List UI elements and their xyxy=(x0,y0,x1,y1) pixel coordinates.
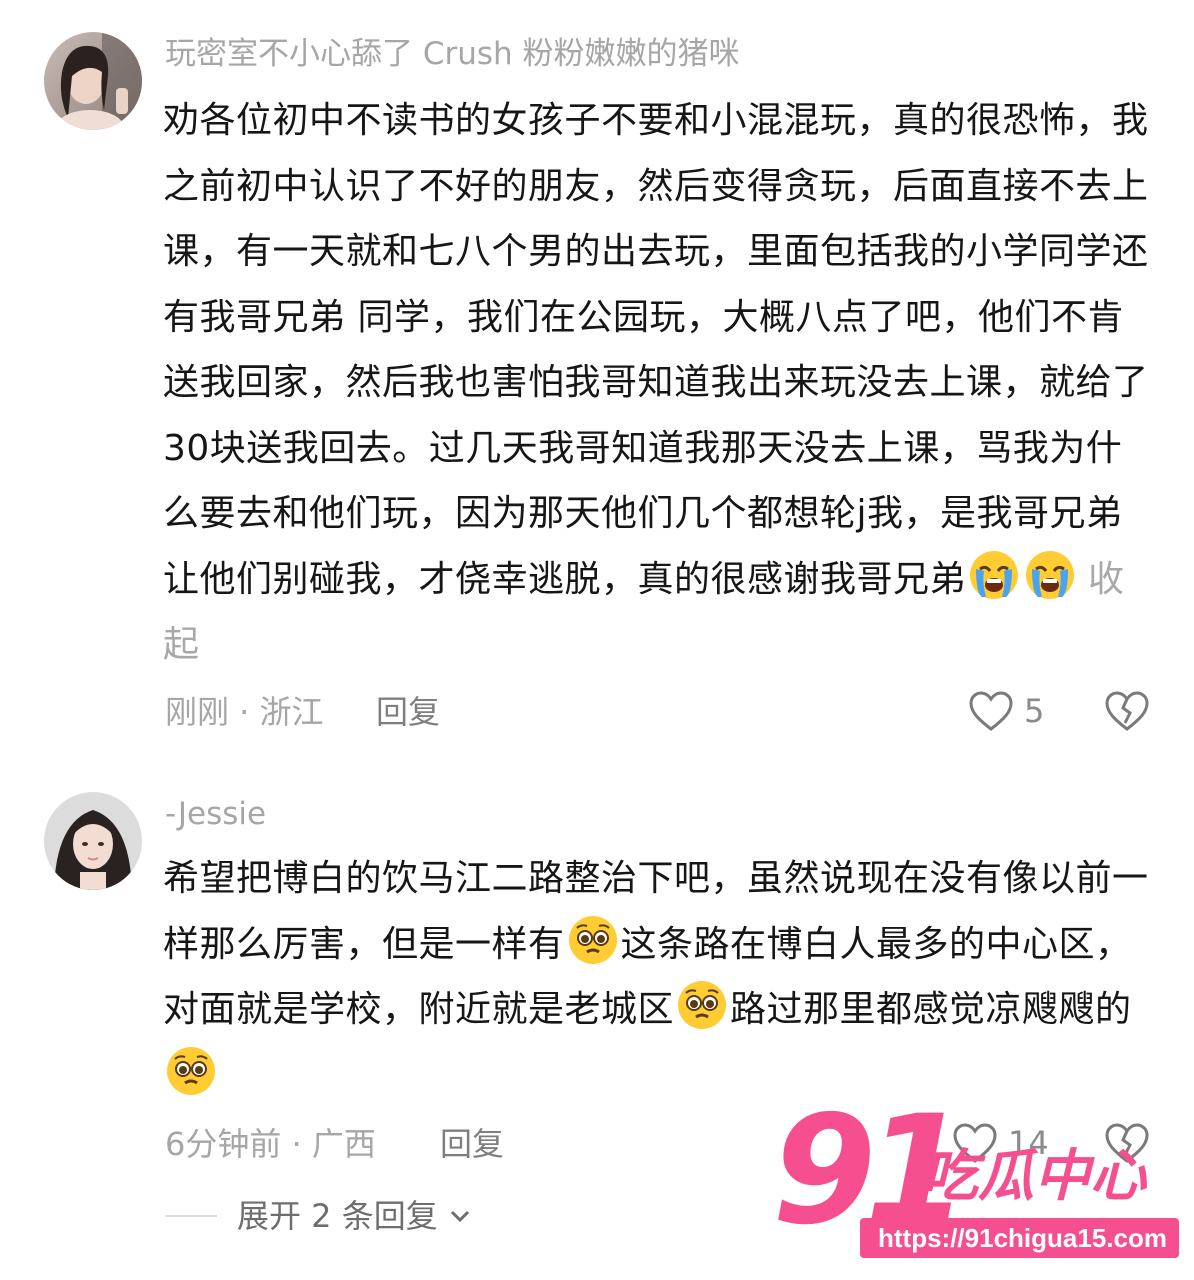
comment-thread: 玩密室不小心舔了 Crush 粉粉嫩嫩的猪咪 劝各位初中不读书的女孩子不要和小混… xyxy=(0,0,1194,1280)
pleading-face-icon xyxy=(567,914,619,966)
comment-text: 希望把博白的饮马江二路整治下吧，虽然说现在没有像以前一样那么厉害，但是一样有 这… xyxy=(163,846,1153,1108)
comment-text: 劝各位初中不读书的女孩子不要和小混混玩，真的很恐怖，我之前初中认识了不好的朋友，… xyxy=(163,88,1153,678)
loudly-crying-face-icon xyxy=(968,549,1020,601)
pleading-face-icon xyxy=(676,979,728,1031)
avatar-image xyxy=(44,792,142,890)
expand-divider xyxy=(165,1215,217,1217)
avatar[interactable] xyxy=(44,792,142,890)
broken-heart-icon xyxy=(1105,691,1149,731)
loudly-crying-face-icon xyxy=(1024,549,1076,601)
like-count: 5 xyxy=(1024,692,1045,730)
comment-text-content: 劝各位初中不读书的女孩子不要和小混混玩，真的很恐怖，我之前初中认识了不好的朋友，… xyxy=(163,100,1149,600)
watermark-name: 吃瓜中心 xyxy=(922,1144,1146,1209)
pleading-face-icon xyxy=(165,1045,217,1097)
heart-icon xyxy=(969,691,1013,731)
dislike-button[interactable] xyxy=(1104,690,1150,736)
comment-time-location: 刚刚 · 浙江 xyxy=(165,693,324,731)
comment-username[interactable]: -Jessie xyxy=(165,794,266,834)
comment-time-location: 6分钟前 · 广西 xyxy=(165,1125,376,1163)
expand-replies-button[interactable]: 展开 2 条回复 xyxy=(165,1196,474,1236)
expand-replies-label: 展开 2 条回复 xyxy=(237,1197,438,1235)
avatar-image xyxy=(44,32,142,130)
comment-text-content: 路过那里都感觉凉飕飕的 xyxy=(730,989,1132,1030)
watermark-url: https://91chigua15.com xyxy=(860,1218,1179,1258)
comment-username[interactable]: 玩密室不小心舔了 Crush 粉粉嫩嫩的猪咪 xyxy=(165,34,740,74)
chevron-down-icon xyxy=(450,1210,469,1223)
avatar[interactable] xyxy=(44,32,142,130)
reply-button[interactable]: 回复 xyxy=(440,1124,504,1164)
reply-button[interactable]: 回复 xyxy=(376,692,440,732)
watermark-logo: 91 吃瓜中心 https://91chigua15.com xyxy=(772,1086,1179,1270)
like-button[interactable]: 5 xyxy=(968,690,1044,732)
